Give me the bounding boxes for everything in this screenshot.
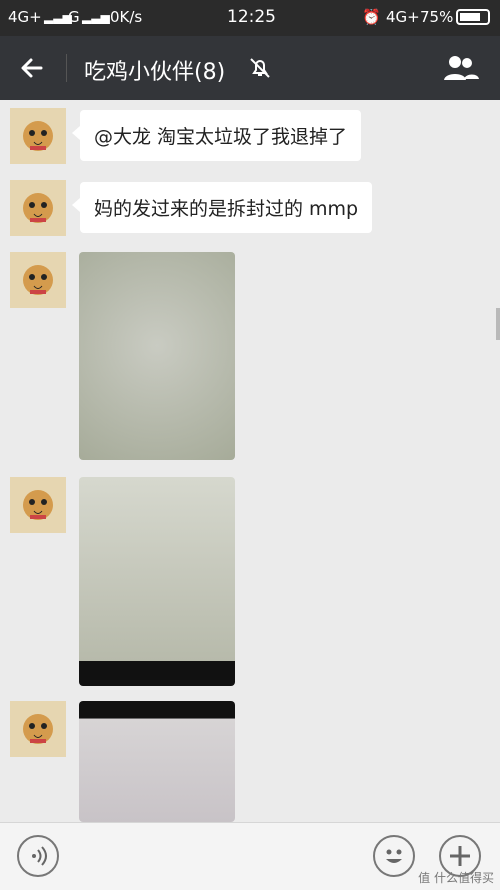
voice-input-icon[interactable] — [17, 835, 59, 877]
avatar[interactable] — [10, 252, 66, 308]
avatar[interactable] — [10, 477, 66, 533]
signal-label-2: G — [68, 8, 80, 26]
message-bubble[interactable]: @大龙 淘宝太垃圾了我退掉了 — [71, 110, 362, 161]
message-list[interactable]: @大龙 淘宝太垃圾了我退掉了 妈的发过来的是拆封过的 mmp — [0, 100, 500, 822]
avatar[interactable] — [10, 108, 66, 164]
signal-label-1: 4G+ — [8, 8, 42, 26]
message-bubble[interactable]: 妈的发过来的是拆封过的 mmp — [71, 182, 373, 233]
image-message[interactable] — [79, 701, 235, 822]
header-divider — [66, 54, 67, 82]
message-composer: 值 什么值得买 — [0, 822, 500, 890]
battery-icon — [456, 9, 490, 25]
mute-bell-icon — [246, 54, 274, 82]
battery-percent: 75% — [420, 8, 454, 26]
avatar[interactable] — [10, 180, 66, 236]
watermark: 值 什么值得买 — [418, 871, 494, 885]
clock: 12:25 — [227, 7, 276, 27]
scrollbar[interactable] — [496, 308, 500, 340]
network-speed: 0K/s — [110, 8, 143, 26]
chat-header: 吃鸡小伙伴(8) — [0, 36, 500, 100]
back-arrow-icon[interactable] — [14, 50, 54, 86]
emoji-icon[interactable] — [373, 835, 415, 877]
image-message[interactable] — [79, 252, 235, 460]
alarm-icon: ⏰ — [362, 8, 381, 26]
signal-bars-2: ▂▃▅ — [82, 10, 110, 24]
image-message[interactable] — [79, 477, 235, 686]
chat-title: 吃鸡小伙伴(8) — [84, 60, 226, 85]
status-bar: 4G+ ▂▃▅ G ▂▃▅ 0K/s 12:25 ⏰ 4G+ 75% — [0, 0, 500, 36]
network-label-right: 4G+ — [386, 8, 420, 26]
avatar[interactable] — [10, 701, 66, 757]
group-members-icon[interactable] — [440, 52, 482, 84]
